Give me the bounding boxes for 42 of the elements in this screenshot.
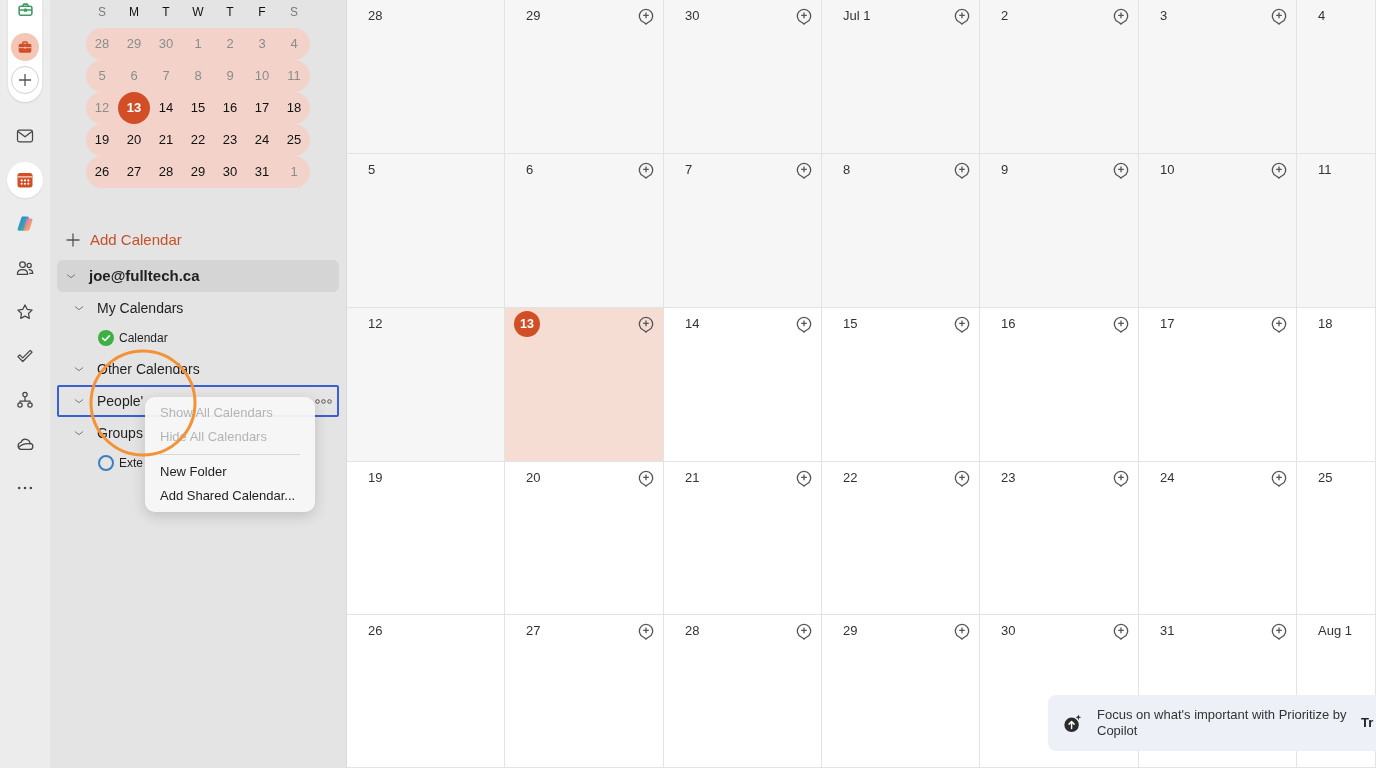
date-label: 29 [526,8,541,24]
date-label: 2 [1001,8,1009,24]
date-label: 20 [526,470,541,486]
date-label: 11 [1318,162,1332,178]
weekday-label: S [98,5,106,19]
date-label: 3 [1160,8,1168,24]
date-label: 28 [368,8,383,24]
date-label: 16 [1001,316,1016,332]
date-label: 24 [1160,470,1175,486]
date-label: 22 [843,470,858,486]
date-label: Aug 1 [1318,623,1352,639]
date-label: 26 [368,623,383,639]
date-label: 28 [685,623,700,639]
date-label: 31 [1160,623,1175,639]
date-label: Jul 1 [843,8,871,24]
date-label: 8 [843,162,851,178]
weekday-label: F [258,5,266,19]
date-label: 19 [368,470,383,486]
date-label: 17 [1160,316,1175,332]
date-label: 23 [1001,470,1016,486]
date-label: 15 [843,316,858,332]
date-label: 18 [1318,316,1333,332]
date-label: 29 [843,623,858,639]
date-label: 30 [685,8,700,24]
date-label: 21 [685,470,700,486]
date-label: 4 [1318,8,1326,24]
date-label: 27 [526,623,541,639]
date-label: 25 [1318,470,1333,486]
weekday-label: S [290,5,298,19]
weekday-label: M [129,5,139,19]
date-label: 12 [368,316,383,332]
banner-message: Focus on what's important with Prioritize by Copilot [1097,707,1348,739]
weekday-label: T [226,5,234,19]
date-label: 14 [685,316,700,332]
date-label: 7 [685,162,693,178]
date-label: 10 [1160,162,1175,178]
date-label: 6 [526,162,534,178]
date-label: 5 [368,162,376,178]
weekday-label: W [192,5,204,19]
weekday-label: T [162,5,170,19]
date-label: 30 [1001,623,1016,639]
date-label: 9 [1001,162,1009,178]
